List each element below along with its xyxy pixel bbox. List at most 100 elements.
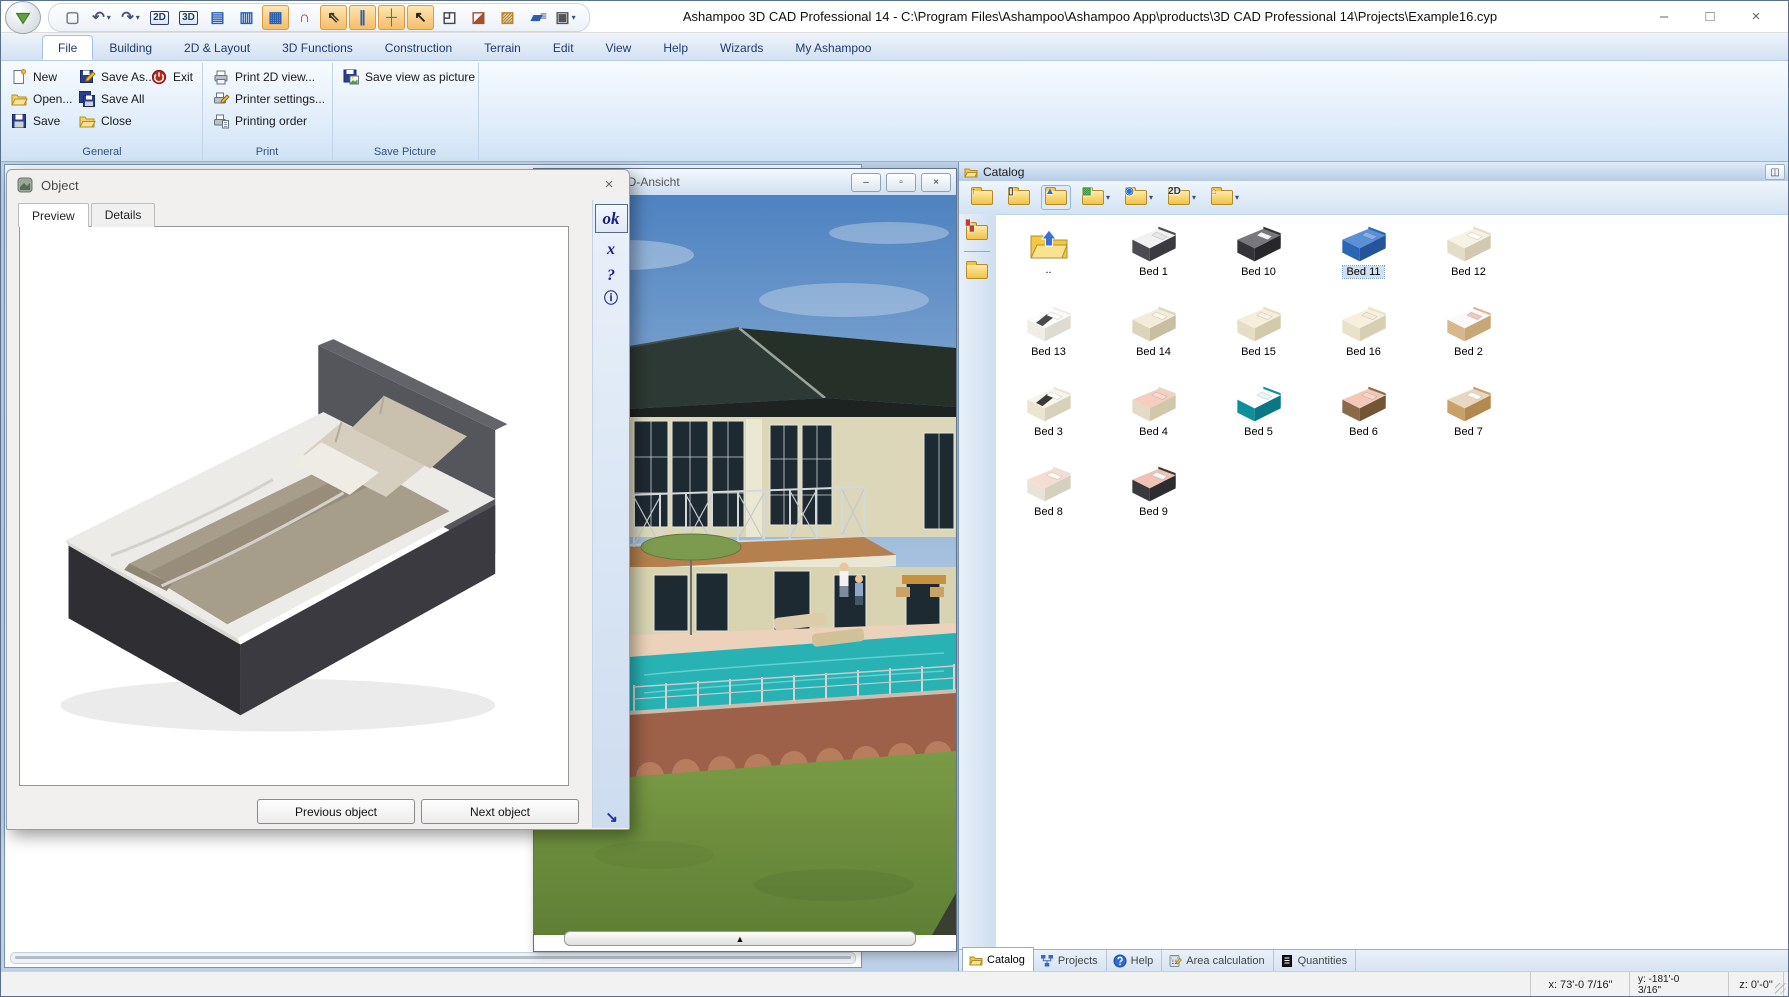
- grid-icon[interactable]: ▦▾: [262, 5, 289, 30]
- save-picture-icon: [342, 68, 360, 86]
- catalog-item[interactable]: Bed 4: [1101, 380, 1206, 460]
- exit-button[interactable]: Exit: [150, 67, 193, 87]
- app-logo[interactable]: [5, 1, 41, 34]
- catalog-item[interactable]: Bed 5: [1206, 380, 1311, 460]
- undo-icon[interactable]: ↶▾: [88, 5, 115, 30]
- view-2d-icon[interactable]: 2D▾: [146, 5, 173, 30]
- minimize-icon[interactable]: –: [1641, 8, 1687, 25]
- save-view-as-picture-button[interactable]: Save view as picture: [342, 67, 475, 87]
- horizontal-scrollbar[interactable]: ▲: [564, 931, 916, 946]
- ribbon-group-general: New Open... Save Save As... Save All Clo…: [2, 63, 203, 160]
- tab-preview[interactable]: Preview: [18, 203, 89, 227]
- catalog-item[interactable]: Bed 9: [1101, 460, 1206, 540]
- parallel-lines-icon[interactable]: ∥▾: [349, 5, 376, 30]
- ribbon-tab[interactable]: Terrain: [468, 35, 537, 60]
- transform-box-icon[interactable]: ◰▾: [436, 5, 463, 30]
- tab-details[interactable]: Details: [91, 203, 156, 227]
- minimize-icon[interactable]: –: [851, 173, 881, 192]
- bed-thumbnail-icon: [1023, 382, 1075, 426]
- snap-magnet-icon[interactable]: ∩▾: [291, 5, 318, 30]
- save-button[interactable]: Save: [10, 111, 60, 131]
- catalog-item[interactable]: Bed 12: [1416, 220, 1521, 300]
- resize-grip[interactable]: [1775, 983, 1786, 994]
- cancel-button[interactable]: x: [607, 241, 615, 259]
- split-vertical-icon[interactable]: ▥▾: [233, 5, 260, 30]
- tab-projects[interactable]: Projects: [1034, 950, 1107, 972]
- ribbon-tab[interactable]: 3D Functions: [266, 35, 369, 60]
- catalog-menu-icon[interactable]: ◫: [1765, 164, 1785, 180]
- layers-icon[interactable]: ▣▾: [552, 5, 579, 30]
- ribbon-tab[interactable]: Edit: [537, 35, 590, 60]
- catalog-item[interactable]: Bed 6: [1311, 380, 1416, 460]
- save-all-button[interactable]: Save All: [78, 89, 144, 109]
- ribbon-tab[interactable]: My Ashampoo: [779, 35, 887, 60]
- catalog-groups-folder-button[interactable]: ⌂▾: [1207, 185, 1243, 210]
- select-add-icon[interactable]: ⇖▾: [320, 5, 347, 30]
- axis-cross-icon[interactable]: ┼▾: [378, 5, 405, 30]
- tab-area-calculation[interactable]: Area calculation: [1162, 950, 1273, 972]
- catalog-3d-objects-folder-button[interactable]: ▲▾: [1041, 185, 1071, 210]
- folder-up-icon: [1029, 228, 1069, 260]
- sidebar-object-catalog-button[interactable]: ▚: [962, 220, 992, 244]
- catalog-item[interactable]: Bed 2: [1416, 300, 1521, 380]
- ribbon-tab[interactable]: Construction: [369, 35, 468, 60]
- next-object-button[interactable]: Next object: [421, 799, 579, 824]
- ribbon-tab[interactable]: Help: [647, 35, 704, 60]
- horizontal-scrollbar[interactable]: [10, 952, 856, 964]
- catalog-textures-folder-button[interactable]: ▩▾: [1078, 185, 1114, 210]
- catalog-item[interactable]: Bed 10: [1206, 220, 1311, 300]
- ribbon-tab[interactable]: 2D & Layout: [168, 35, 266, 60]
- restore-icon[interactable]: ▫: [886, 173, 916, 192]
- view-3d-icon[interactable]: 3D▾: [175, 5, 202, 30]
- catalog-item[interactable]: Bed 16: [1311, 300, 1416, 380]
- dropdown-arrow-icon: ▾: [107, 13, 111, 22]
- previous-object-button[interactable]: Previous object: [257, 799, 415, 824]
- maximize-icon[interactable]: □: [1687, 8, 1733, 25]
- pointer-icon[interactable]: ↖▾: [407, 5, 434, 30]
- ribbon-tab[interactable]: View: [590, 35, 648, 60]
- ribbon-tab[interactable]: Wizards: [704, 35, 779, 60]
- split-horizontal-icon[interactable]: ▤▾: [204, 5, 231, 30]
- catalog-item[interactable]: Bed 14: [1101, 300, 1206, 380]
- open-button[interactable]: Open...: [10, 89, 72, 109]
- printer-settings-button[interactable]: Printer settings...: [212, 89, 325, 109]
- help-button[interactable]: ?: [607, 267, 615, 285]
- catalog-item[interactable]: Bed 1: [1101, 220, 1206, 300]
- tab-quantities[interactable]: Quantities: [1274, 950, 1357, 972]
- ribbon-tab[interactable]: File: [42, 35, 93, 60]
- close-icon[interactable]: ×: [921, 173, 951, 192]
- new-document-icon[interactable]: ▢▾: [59, 5, 86, 30]
- ok-button[interactable]: ok: [595, 204, 628, 233]
- print-2d-view-button[interactable]: Print 2D view...: [212, 67, 315, 87]
- toolbar-customize-icon[interactable]: ≡: [540, 9, 547, 23]
- catalog-item[interactable]: Bed 7: [1416, 380, 1521, 460]
- object-dialog-titlebar[interactable]: Object: [7, 170, 629, 200]
- ribbon-tab[interactable]: Building: [93, 35, 168, 60]
- new-button[interactable]: New: [10, 67, 57, 87]
- folder-icon: [969, 953, 983, 967]
- sidebar-folder-button[interactable]: [962, 259, 992, 283]
- save-as-button[interactable]: Save As...: [78, 67, 155, 87]
- catalog-item[interactable]: Bed 8: [996, 460, 1101, 540]
- fence-tool-icon[interactable]: ▨▾: [494, 5, 521, 30]
- catalog-2d-symbols-folder-button[interactable]: 2D▾: [1164, 185, 1200, 210]
- catalog-item[interactable]: Bed 3: [996, 380, 1101, 460]
- catalog-internet-folder-button[interactable]: ◉▾: [1121, 185, 1157, 210]
- catalog-windows-folder-button[interactable]: ▯▾: [1004, 185, 1034, 210]
- wall-tool-icon[interactable]: ◪▾: [465, 5, 492, 30]
- catalog-up-folder-button[interactable]: ↑▾: [967, 185, 997, 210]
- resize-handle-icon[interactable]: ↘: [605, 808, 618, 826]
- folder-icon: ▚: [966, 225, 988, 240]
- printing-order-button[interactable]: Printing order: [212, 111, 307, 131]
- info-button[interactable]: ⓘ: [604, 292, 618, 307]
- redo-icon[interactable]: ↷▾: [117, 5, 144, 30]
- catalog-item[interactable]: Bed 15: [1206, 300, 1311, 380]
- close-icon[interactable]: ×: [598, 175, 620, 195]
- catalog-item[interactable]: Bed 13: [996, 300, 1101, 380]
- close-button[interactable]: Close: [78, 111, 132, 131]
- tab-help[interactable]: Help: [1107, 950, 1163, 972]
- tab-catalog[interactable]: Catalog: [962, 947, 1034, 972]
- catalog-item[interactable]: Bed 11: [1311, 220, 1416, 300]
- catalog-item-up[interactable]: ..: [996, 220, 1101, 300]
- close-icon[interactable]: ×: [1733, 8, 1779, 25]
